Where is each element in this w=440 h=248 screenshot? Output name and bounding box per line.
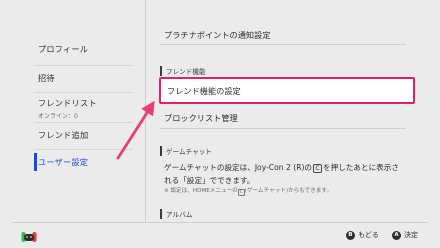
sidebar-divider — [34, 122, 133, 123]
row-label: ブロックリスト管理 — [164, 113, 238, 123]
block-list-management-row[interactable]: ブロックリスト管理 — [164, 112, 406, 124]
sidebar-divider — [34, 149, 133, 150]
sidebar-item-label: フレンド追加 — [38, 130, 89, 140]
c-button-icon: C — [313, 164, 323, 173]
sidebar-divider — [34, 92, 133, 93]
user-settings-screen: プロフィール 招待 フレンドリスト オンライン：0 フレンド追加 ユーザー設定 … — [0, 0, 440, 248]
game-chat-note: ※ 設定は、HOMEメニューの C (ゲームチャット)からもできます。 — [164, 186, 332, 196]
sidebar-item-label: フレンドリスト — [38, 97, 97, 108]
description-text: ゲームチャットの設定は、Joy-Con 2 (R)の — [164, 163, 313, 172]
row-label: プラチナポイントの通知設定 — [164, 30, 271, 40]
section-header-album: アルバム — [160, 209, 192, 219]
sidebar: プロフィール 招待 フレンドリスト オンライン：0 フレンド追加 ユーザー設定 — [0, 0, 145, 222]
back-hint[interactable]: B もどる — [346, 230, 379, 240]
row-divider — [160, 44, 406, 45]
note-text: ※ 設定は、HOMEメニューの — [164, 188, 238, 194]
game-chat-description: ゲームチャットの設定は、Joy-Con 2 (R)の C を押したあとに表示される「… — [164, 161, 404, 187]
section-header-game-chat: ゲームチャット — [160, 146, 212, 156]
section-header-friend-features: フレンド機能 — [160, 66, 206, 76]
sidebar-item-label: ユーザー設定 — [38, 157, 89, 167]
footer-bar: B もどる A 決定 — [0, 223, 440, 248]
friend-features-settings-row[interactable]: フレンド機能の設定 — [159, 77, 415, 104]
sidebar-item-add-friend[interactable]: フレンド追加 — [38, 124, 133, 146]
a-button-icon: A — [392, 230, 401, 240]
sidebar-item-label: プロフィール — [38, 44, 89, 54]
c-button-icon: C — [237, 189, 245, 196]
confirm-hint[interactable]: A 決定 — [392, 230, 418, 240]
sidebar-item-user-settings[interactable]: ユーザー設定 — [34, 151, 133, 173]
sidebar-item-label: 招待 — [38, 73, 55, 83]
sidebar-item-friend-list[interactable]: フレンドリスト オンライン：0 — [38, 95, 133, 121]
back-label: もどる — [358, 231, 379, 239]
sidebar-divider — [34, 65, 133, 66]
online-count: オンライン：0 — [38, 112, 78, 120]
row-label: フレンド機能の設定 — [167, 85, 241, 96]
sidebar-item-profile[interactable]: プロフィール — [38, 38, 133, 60]
confirm-label: 決定 — [404, 231, 418, 239]
sidebar-item-invite[interactable]: 招待 — [38, 67, 133, 89]
settings-list: プラチナポイントの通知設定 フレンド機能 フレンド機能の設定 ブロックリスト管理… — [146, 0, 440, 222]
b-button-icon: B — [346, 230, 355, 240]
row-divider — [160, 128, 406, 129]
platinum-points-notification-row[interactable]: プラチナポイントの通知設定 — [164, 29, 406, 41]
note-text: (ゲームチャット)からもできます。 — [244, 188, 333, 194]
joy-con-controller-icon — [21, 228, 37, 242]
